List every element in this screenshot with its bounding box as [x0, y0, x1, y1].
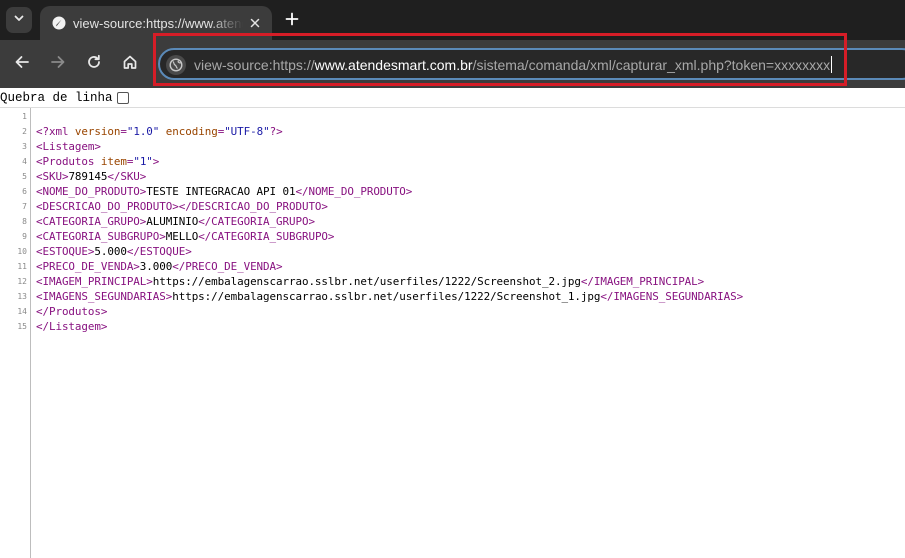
line-wrap-checkbox[interactable]	[116, 91, 129, 104]
forward-button[interactable]	[46, 52, 70, 76]
line-content: </Produtos>	[36, 304, 107, 319]
code-token: encoding	[165, 125, 218, 138]
line-content: <PRECO_DE_VENDA>3.000</PRECO_DE_VENDA>	[36, 259, 283, 274]
code-token: 5.000	[94, 245, 127, 258]
code-token: </PRECO_DE_VENDA>	[172, 260, 283, 273]
code-token: </IMAGENS_SEGUNDARIAS>	[600, 290, 744, 303]
line-content: <Produtos item="1">	[36, 154, 159, 169]
line-number: 12	[17, 277, 27, 286]
line-content: <Listagem>	[36, 139, 101, 154]
line-number: 1	[22, 112, 27, 121]
code-token: >	[152, 155, 160, 168]
code-token: <PRECO_DE_VENDA>	[36, 260, 140, 273]
code-token: https://embalagenscarrao.sslbr.net/userf…	[172, 290, 601, 303]
line-number: 15	[17, 322, 27, 331]
highlight-annotation	[153, 33, 847, 86]
code-token: version	[74, 125, 121, 138]
line-content: <?xml version="1.0" encoding="UTF-8"?>	[36, 124, 283, 139]
new-tab-button[interactable]	[281, 10, 303, 32]
line-number: 3	[22, 142, 27, 151]
code-token: </NOME_DO_PRODUTO>	[295, 185, 413, 198]
view-source-icon	[51, 15, 67, 31]
code-token: MELLO	[165, 230, 199, 243]
code-token: <CATEGORIA_GRUPO>	[36, 215, 147, 228]
code-token: item	[100, 155, 127, 168]
code-token: "UTF-8"	[224, 125, 270, 138]
line-number: 10	[17, 247, 27, 256]
code-token: <ESTOQUE>	[36, 245, 95, 258]
code-token: <CATEGORIA_SUBGRUPO>	[36, 230, 166, 243]
reload-button[interactable]	[82, 52, 106, 76]
code-token: <SKU>	[36, 170, 69, 183]
code-token: </IMAGEM_PRINCIPAL>	[580, 275, 705, 288]
line-wrap-toggle: Quebra de linha	[0, 88, 905, 108]
code-token: "1"	[133, 155, 153, 168]
code-token: <DESCRICAO_DO_PRODUTO></DESCRICAO_DO_PRO…	[36, 200, 328, 213]
code-token: </ESTOQUE>	[126, 245, 192, 258]
chevron-down-icon	[13, 11, 25, 29]
line-number: 4	[22, 157, 27, 166]
code-token: 3.000	[139, 260, 173, 273]
line-content: <DESCRICAO_DO_PRODUTO></DESCRICAO_DO_PRO…	[36, 199, 328, 214]
plus-icon	[285, 12, 299, 31]
code-token: ?>	[269, 125, 283, 138]
code-token: <NOME_DO_PRODUTO>	[36, 185, 147, 198]
tab-title: view-source:https://www.atendesmart.com.…	[73, 15, 243, 31]
code-token: 789145	[68, 170, 108, 183]
code-token: https://embalagenscarrao.sslbr.net/userf…	[152, 275, 581, 288]
arrow-right-icon	[50, 54, 66, 75]
code-token: </Listagem>	[36, 320, 108, 333]
tab-search-button[interactable]	[6, 7, 32, 33]
code-token: </SKU>	[107, 170, 147, 183]
code-token: </CATEGORIA_GRUPO>	[198, 215, 315, 228]
back-button[interactable]	[10, 52, 34, 76]
reload-icon	[86, 54, 102, 75]
line-content: <CATEGORIA_GRUPO>ALUMINIO</CATEGORIA_GRU…	[36, 214, 315, 229]
code-token: </CATEGORIA_SUBGRUPO>	[198, 230, 335, 243]
line-number: 2	[22, 127, 27, 136]
line-content: <ESTOQUE>5.000</ESTOQUE>	[36, 244, 192, 259]
line-number: 6	[22, 187, 27, 196]
line-content: <CATEGORIA_SUBGRUPO>MELLO</CATEGORIA_SUB…	[36, 229, 334, 244]
line-number: 7	[22, 202, 27, 211]
line-number: 14	[17, 307, 27, 316]
line-number: 5	[22, 172, 27, 181]
line-content: <NOME_DO_PRODUTO>TESTE INTEGRACAO API 01…	[36, 184, 412, 199]
code-token: <IMAGEM_PRINCIPAL>	[36, 275, 153, 288]
line-number: 8	[22, 217, 27, 226]
line-content: <IMAGEM_PRINCIPAL>https://embalagenscarr…	[36, 274, 704, 289]
close-icon[interactable]	[246, 14, 264, 32]
home-button[interactable]	[118, 52, 142, 76]
line-number: 11	[17, 262, 27, 271]
line-number: 9	[22, 232, 27, 241]
code-token: </Produtos>	[36, 305, 108, 318]
arrow-left-icon	[14, 54, 30, 75]
code-token: "1.0"	[126, 125, 160, 138]
line-content: <IMAGENS_SEGUNDARIAS>https://embalagensc…	[36, 289, 743, 304]
line-content: </Listagem>	[36, 319, 107, 334]
code-token: <?xml	[36, 125, 75, 138]
home-icon	[122, 54, 138, 75]
code-token: ALUMINIO	[146, 215, 199, 228]
code-token: <Produtos	[36, 155, 101, 168]
code-token: <Listagem>	[36, 140, 101, 153]
line-wrap-label: Quebra de linha	[0, 90, 113, 105]
line-number: 13	[17, 292, 27, 301]
code-token: <IMAGENS_SEGUNDARIAS>	[36, 290, 173, 303]
code-token: TESTE INTEGRACAO API 01	[146, 185, 296, 198]
line-content: <SKU>789145</SKU>	[36, 169, 146, 184]
